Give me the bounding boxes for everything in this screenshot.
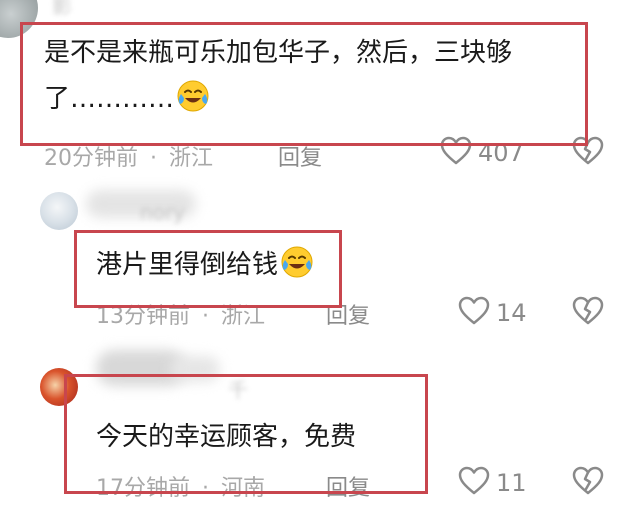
- dislike-button[interactable]: [572, 466, 604, 500]
- broken-heart-icon: [572, 136, 604, 170]
- comment-time: 20分钟前: [44, 146, 138, 171]
- comment-author: nory: [140, 200, 185, 224]
- comment-location: 浙江: [169, 146, 214, 171]
- like-count: 11: [496, 469, 527, 497]
- highlight-box: [20, 22, 588, 146]
- highlight-box: [74, 230, 342, 308]
- like-button[interactable]: 11: [458, 466, 527, 500]
- highlight-box: [64, 374, 428, 494]
- dislike-button[interactable]: [572, 296, 604, 330]
- like-button[interactable]: 14: [458, 296, 527, 330]
- broken-heart-icon: [572, 466, 604, 500]
- avatar[interactable]: [40, 192, 78, 230]
- like-count: 14: [496, 299, 527, 327]
- heart-outline-icon: [458, 466, 490, 500]
- heart-outline-icon: [458, 296, 490, 330]
- comment-author: 影: [52, 0, 72, 18]
- broken-heart-icon: [572, 296, 604, 330]
- meta-separator: ·: [150, 146, 157, 171]
